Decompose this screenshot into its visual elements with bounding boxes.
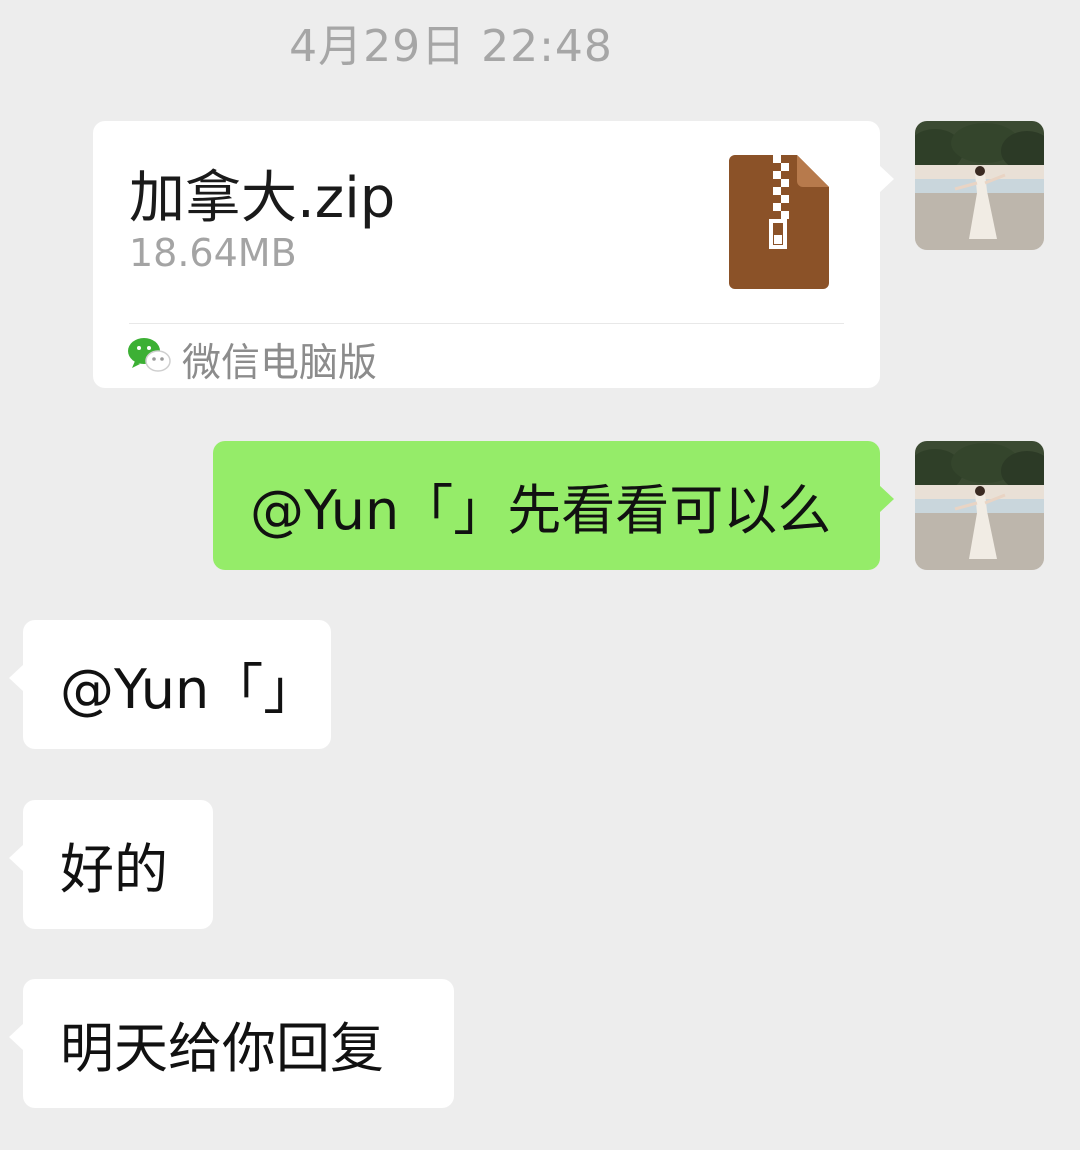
file-message-card[interactable]: 加拿大.zip 18.64MB 微信电脑版 [93, 121, 894, 388]
avatar-photo [915, 441, 1044, 570]
message-timestamp: 4月29日 22:48 [289, 21, 613, 72]
incoming-message-bubble[interactable]: @Yun「」 [9, 620, 331, 749]
incoming-message-bubble[interactable]: 好的 [9, 800, 213, 929]
outgoing-message-bubble[interactable]: @Yun「」先看看可以么 [213, 441, 894, 570]
message-text: @Yun「」 [60, 658, 318, 721]
file-size: 18.64MB [129, 231, 297, 275]
file-name: 加拿大.zip [129, 166, 396, 231]
avatar-photo [915, 121, 1044, 250]
sender-avatar[interactable] [915, 441, 1044, 570]
wechat-icon [127, 335, 171, 379]
source-label: 微信电脑版 [182, 341, 378, 386]
incoming-message-bubble[interactable]: 明天给你回复 [9, 979, 454, 1108]
message-text: @Yun「」先看看可以么 [250, 479, 832, 542]
sender-avatar[interactable] [915, 121, 1044, 250]
message-text: 明天给你回复 [60, 1017, 384, 1080]
card-divider [129, 323, 844, 324]
message-text: 好的 [60, 838, 168, 901]
zip-archive-icon [729, 155, 829, 293]
